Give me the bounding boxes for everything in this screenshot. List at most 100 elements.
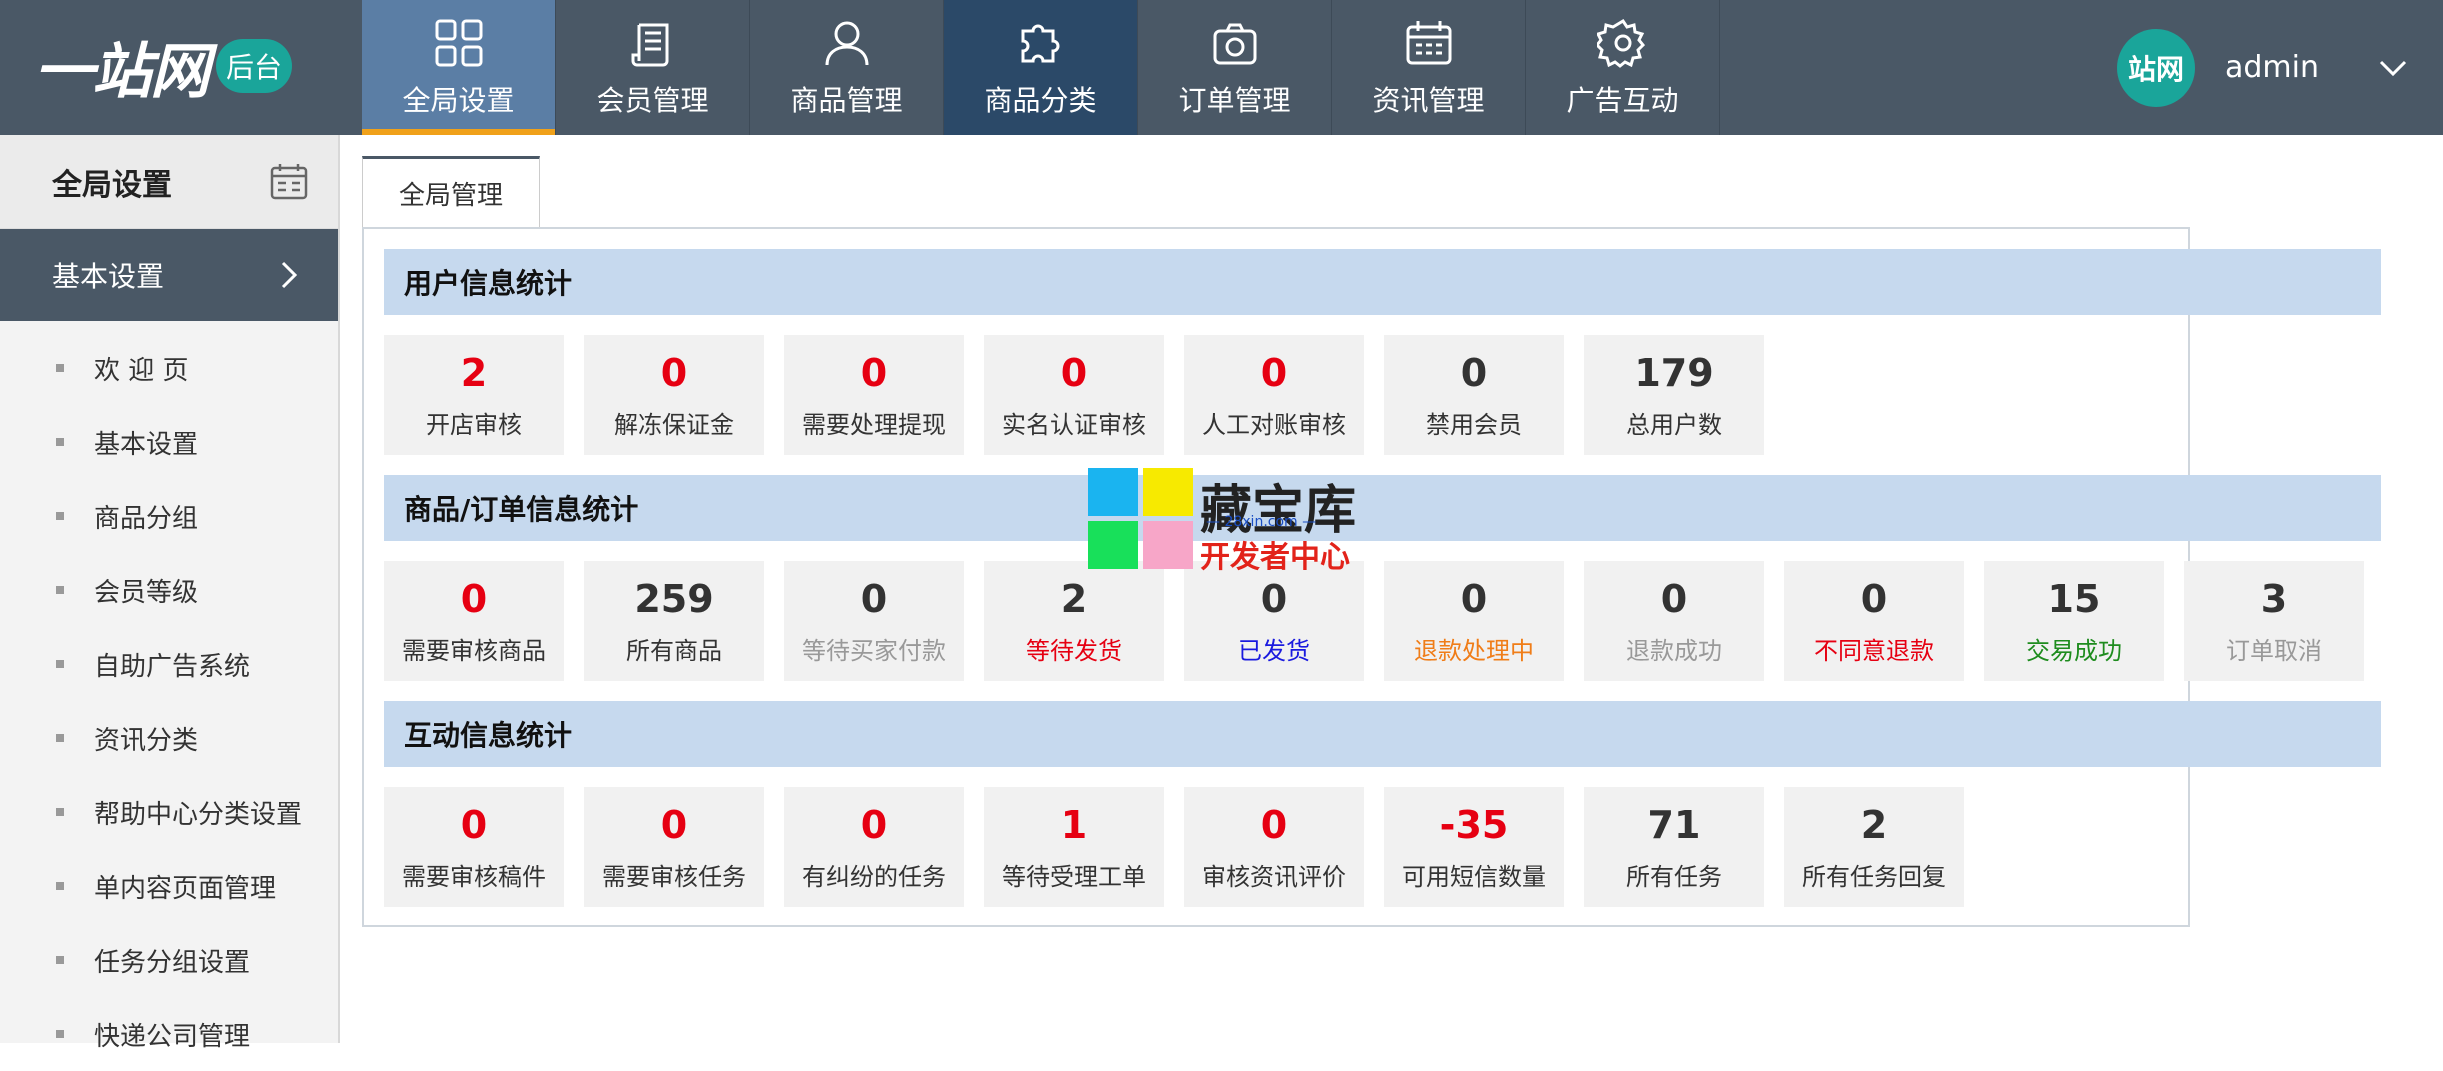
stat-card[interactable]: 0 需要审核商品	[384, 561, 564, 681]
stat-card[interactable]: 0 人工对账审核	[1184, 335, 1364, 455]
nav-tab-global-settings[interactable]: 全局设置	[362, 0, 556, 135]
watermark-subtitle: 开发者中心	[1200, 540, 1350, 575]
watermark-square	[1088, 521, 1138, 569]
sidebar-item-single-pages[interactable]: 单内容页面管理	[0, 849, 338, 923]
sidebar-item-label: 帮助中心分类设置	[94, 799, 303, 830]
section-title-user-stats: 用户信息统计	[384, 249, 2381, 315]
nav-tab-label: 全局设置	[402, 83, 515, 117]
stat-label: 不同意退款	[1814, 636, 1934, 665]
sidebar-item-task-groups[interactable]: 任务分组设置	[0, 923, 338, 997]
logo-text: 一站网	[34, 36, 210, 107]
stat-value: 0	[460, 802, 488, 847]
stat-card[interactable]: 0 需要处理提现	[784, 335, 964, 455]
sidebar-menu: 欢 迎 页 基本设置 商品分组 会员等级 自助广告系统 资讯分类 帮助中心分类设…	[0, 321, 338, 1071]
nav-tab-news[interactable]: 资讯管理	[1332, 0, 1526, 135]
stat-card[interactable]: -35 可用短信数量	[1384, 787, 1564, 907]
stat-label: 退款成功	[1626, 636, 1722, 665]
stat-label: 所有任务	[1626, 862, 1722, 891]
bullet-icon	[56, 956, 64, 964]
nav-tab-members[interactable]: 会员管理	[556, 0, 750, 135]
stat-value: 2	[1860, 802, 1888, 847]
sidebar-item-label: 会员等级	[94, 577, 199, 608]
stat-card[interactable]: 1 等待受理工单	[984, 787, 1164, 907]
nav-tab-orders[interactable]: 订单管理	[1138, 0, 1332, 135]
sidebar-item-basic-settings[interactable]: 基本设置	[0, 405, 338, 479]
stat-card[interactable]: 0 审核资讯评价	[1184, 787, 1364, 907]
stat-card[interactable]: 71 所有任务	[1584, 787, 1764, 907]
stat-card[interactable]: 0 退款处理中	[1384, 561, 1564, 681]
stat-label: 订单取消	[2226, 636, 2322, 665]
stat-label: 等待发货	[1026, 636, 1122, 665]
nav-tab-label: 资讯管理	[1372, 83, 1485, 117]
sidebar-item-news-categories[interactable]: 资讯分类	[0, 701, 338, 775]
stat-card[interactable]: 0 已发货	[1184, 561, 1364, 681]
dashboard-panel: 用户信息统计 2 开店审核 0 解冻保证金 0 需要处理提现 0 实名认证审核 0 人工对…	[362, 227, 2381, 927]
sidebar-item-courier-companies[interactable]: 快递公司管理	[0, 997, 338, 1071]
stat-card[interactable]: 15 交易成功	[1984, 561, 2164, 681]
chevron-down-icon[interactable]	[2375, 50, 2411, 86]
stat-card[interactable]: 0 等待买家付款	[784, 561, 964, 681]
stat-value: 15	[2047, 576, 2101, 621]
section-title-interaction-stats: 互动信息统计	[384, 701, 2381, 767]
stat-label: 解冻保证金	[614, 410, 734, 439]
stat-card[interactable]: 3 订单取消	[2184, 561, 2364, 681]
sidebar-item-help-categories[interactable]: 帮助中心分类设置	[0, 775, 338, 849]
stat-label: 实名认证审核	[1002, 410, 1146, 439]
stat-card[interactable]: 0 不同意退款	[1784, 561, 1964, 681]
sidebar: 全局设置 基本设置 欢 迎 页 基本设置 商品分组 会员等级 自助广告系统 资讯…	[0, 135, 340, 1052]
sidebar-item-self-ad-system[interactable]: 自助广告系统	[0, 627, 338, 701]
card-row-interaction-stats: 0 需要审核稿件 0 需要审核任务 0 有纠纷的任务 1 等待受理工单 0 审核资讯评价 …	[384, 787, 1964, 907]
sidebar-item-label: 欢 迎 页	[94, 355, 189, 386]
nav-tab-products[interactable]: 商品管理	[750, 0, 944, 135]
nav-tab-categories[interactable]: 商品分类	[944, 0, 1138, 135]
stat-value: 0	[1060, 350, 1088, 395]
stat-card[interactable]: 2 所有任务回复	[1784, 787, 1964, 907]
stat-label: 等待受理工单	[1002, 862, 1146, 891]
stat-card[interactable]: 0 需要审核任务	[584, 787, 764, 907]
stat-card[interactable]: 179 总用户数	[1584, 335, 1764, 455]
sidebar-item-welcome[interactable]: 欢 迎 页	[0, 331, 338, 405]
logo-badge: 后台	[216, 39, 292, 93]
camera-icon	[1213, 23, 1256, 64]
stat-card[interactable]: 2 等待发货	[984, 561, 1164, 681]
stat-card[interactable]: 0 实名认证审核	[984, 335, 1164, 455]
bullet-icon	[56, 586, 64, 594]
card-row-order-stats: 0 需要审核商品 259 所有商品 0 等待买家付款 2 等待发货 0 已发货 0 退款处理…	[384, 561, 2364, 681]
user-menu[interactable]: 站网 admin	[2083, 0, 2443, 135]
calendar-icon[interactable]	[268, 161, 310, 203]
tab-global-management[interactable]: 全局管理	[362, 156, 540, 228]
stat-label: 所有任务回复	[1802, 862, 1946, 891]
stat-card[interactable]: 0 禁用会员	[1384, 335, 1564, 455]
stat-card[interactable]: 0 解冻保证金	[584, 335, 764, 455]
stat-value: 0	[1660, 576, 1688, 621]
section-title-order-stats: 商品/订单信息统计	[384, 475, 2381, 541]
sidebar-item-label: 单内容页面管理	[94, 873, 277, 904]
nav-tab-ads[interactable]: 广告互动	[1526, 0, 1720, 135]
stat-card[interactable]: 0 有纠纷的任务	[784, 787, 964, 907]
watermark-logo: 藏宝库 — 28xin.com — 开发者中心	[1088, 468, 1358, 575]
sidebar-group-basic-settings[interactable]: 基本设置	[0, 229, 338, 321]
stat-label: 开店审核	[426, 410, 522, 439]
bullet-icon	[56, 660, 64, 668]
stat-card[interactable]: 2 开店审核	[384, 335, 564, 455]
stat-card[interactable]: 259 所有商品	[584, 561, 764, 681]
stat-value: 0	[1260, 802, 1288, 847]
avatar: 站网	[2117, 28, 2195, 107]
calendar-icon	[1406, 20, 1451, 64]
stat-card[interactable]: 0 需要审核稿件	[384, 787, 564, 907]
sidebar-item-member-levels[interactable]: 会员等级	[0, 553, 338, 627]
sidebar-item-label: 资讯分类	[94, 725, 199, 756]
stat-label: 已发货	[1238, 636, 1310, 665]
logo[interactable]: 一站网 后台	[34, 28, 334, 107]
nav-tab-label: 广告互动	[1566, 83, 1679, 117]
stat-value: 0	[460, 576, 488, 621]
sidebar-item-product-groups[interactable]: 商品分组	[0, 479, 338, 553]
stat-label: 有纠纷的任务	[802, 862, 946, 891]
user-icon	[825, 21, 868, 65]
stat-value: 0	[860, 350, 888, 395]
nav-tab-label: 会员管理	[596, 83, 709, 117]
stat-card[interactable]: 0 退款成功	[1584, 561, 1764, 681]
sidebar-item-label: 基本设置	[94, 429, 199, 460]
stat-label: 禁用会员	[1426, 410, 1522, 439]
watermark-square	[1143, 468, 1193, 516]
